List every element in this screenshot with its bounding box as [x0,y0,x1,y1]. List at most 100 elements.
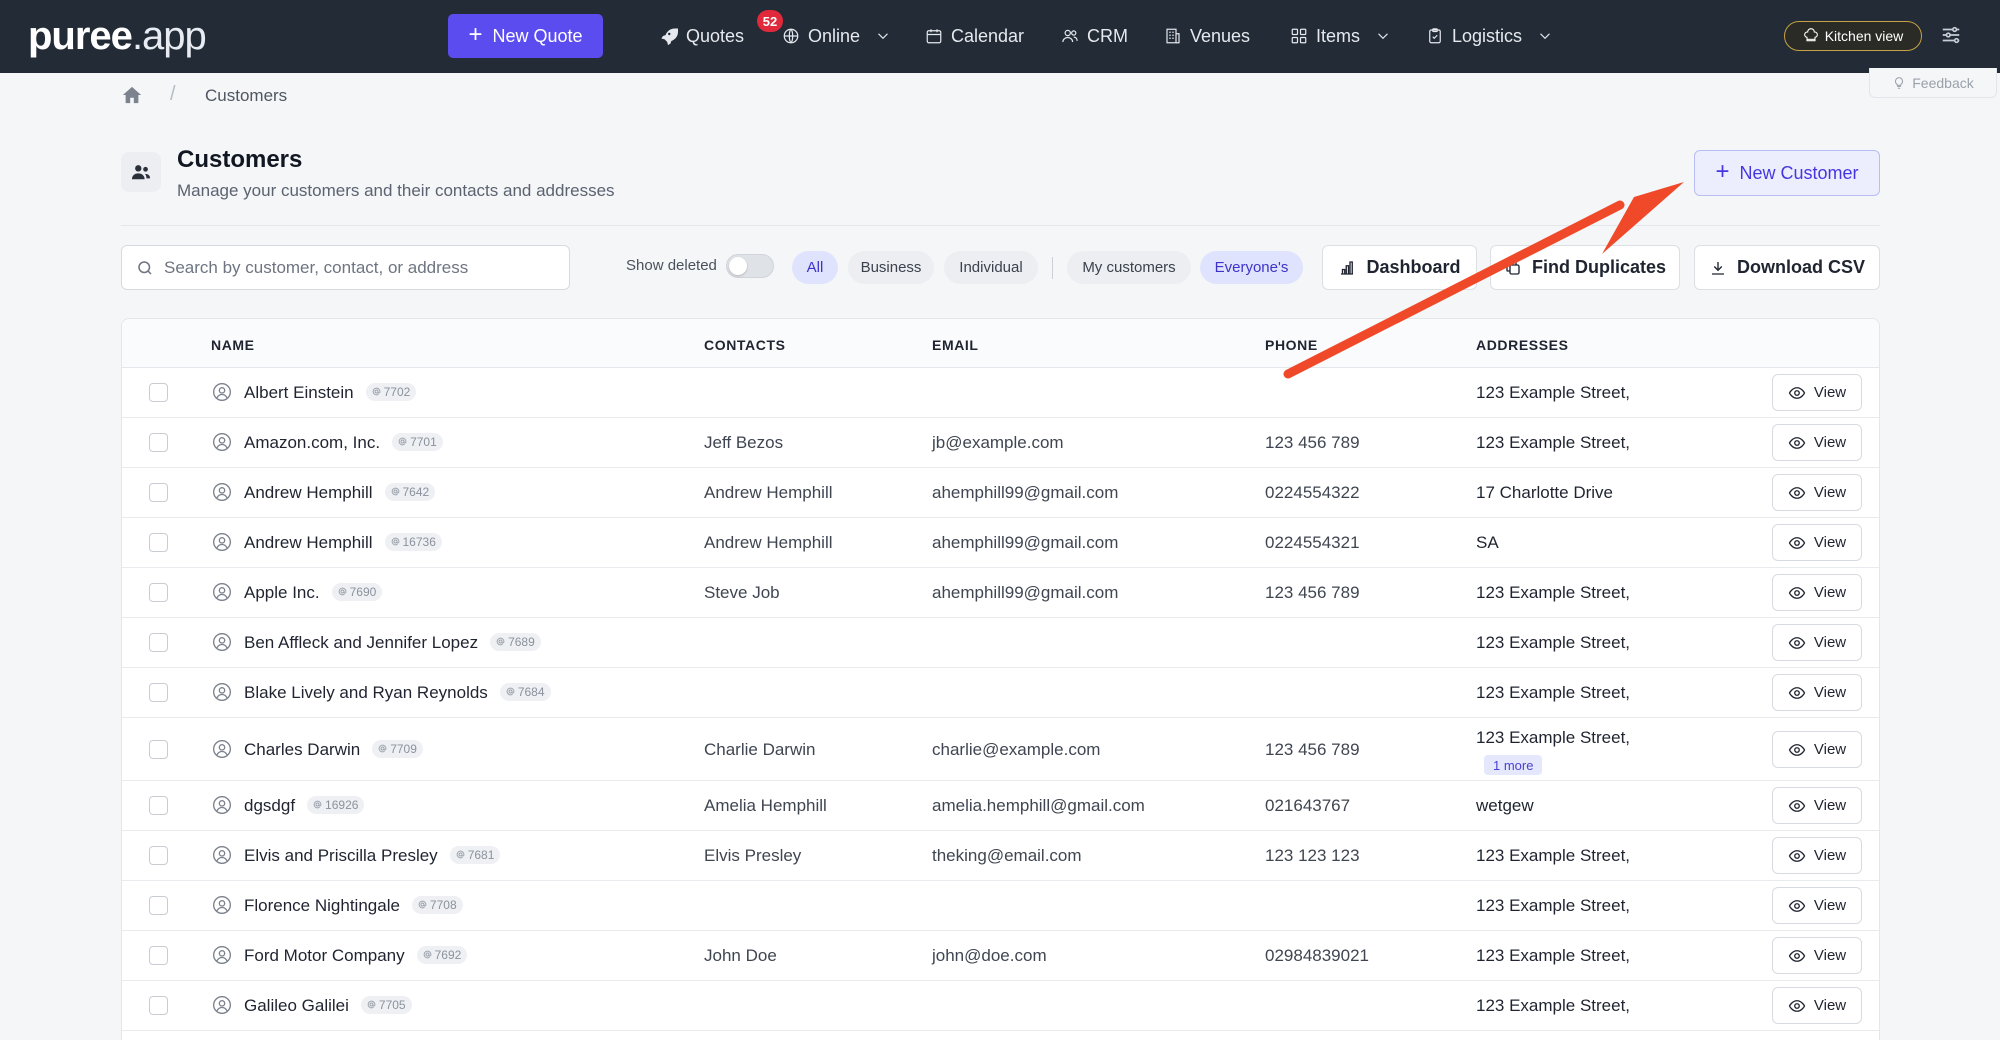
view-button[interactable]: View [1772,374,1862,411]
view-button[interactable]: View [1772,987,1862,1024]
nav-calendar[interactable]: Calendar [925,22,1024,50]
email-cell: ahemphill99@gmail.com [932,533,1119,552]
customers-header-icon [121,152,161,192]
new-quote-button[interactable]: + New Quote [448,14,603,58]
table-row[interactable]: Galileo Galilei 7705 123 Example Street, Vi… [122,981,1879,1031]
table-row[interactable]: Andrew Hemphill 7642 Andrew Hemphill ahemph… [122,468,1879,518]
customer-name: Florence Nightingale [244,896,400,915]
more-addresses-badge[interactable]: 1 more [1484,755,1543,775]
row-checkbox[interactable] [149,683,168,702]
customer-name-cell[interactable]: Blake Lively and Ryan Reynolds 7684 [244,682,551,703]
view-button[interactable]: View [1772,474,1862,511]
nav-crm[interactable]: CRM [1061,22,1128,50]
table-row[interactable]: Ben Affleck and Jennifer Lopez 7689 123 Ex… [122,618,1879,668]
nav-logistics[interactable]: Logistics [1426,22,1554,50]
row-checkbox[interactable] [149,796,168,815]
table-row[interactable]: Andrew Hemphill 16736 Andrew Hemphill ahemp… [122,518,1879,568]
filter-my-customers-chip[interactable]: My customers [1067,251,1191,284]
show-deleted-toggle[interactable] [726,254,774,278]
table-row[interactable]: Amazon.com, Inc. 7701 Jeff Bezos jb@example… [122,418,1879,468]
customer-name-cell[interactable]: dgsdgf 16926 [244,795,365,816]
customer-name-cell[interactable]: Andrew Hemphill 7642 [244,482,436,503]
table-row[interactable]: dgsdgf 16926 Amelia Hemphill amelia.hemphil… [122,781,1879,831]
at-icon [372,385,381,399]
table-row[interactable]: Florence Nightingale 7708 123 Example Stre… [122,881,1879,931]
settings-sliders-icon[interactable] [1940,24,1962,51]
row-checkbox[interactable] [149,996,168,1015]
view-button[interactable]: View [1772,731,1862,768]
lightbulb-icon [1895,76,1904,89]
kitchen-view-button[interactable]: Kitchen view [1784,21,1922,51]
download-icon [1711,261,1724,275]
users-icon [131,165,151,180]
user-circle-icon [212,895,232,920]
column-header-email[interactable]: EMAIL [932,337,979,353]
customer-name-cell[interactable]: Amazon.com, Inc. 7701 [244,432,443,453]
table-row[interactable]: Elvis and Priscilla Presley 7681 Elvis Pre… [122,831,1879,881]
row-checkbox[interactable] [149,896,168,915]
row-checkbox[interactable] [149,946,168,965]
column-header-phone[interactable]: PHONE [1265,337,1318,353]
address-cell: 123 Example Street, [1476,383,1631,402]
search-input[interactable] [164,257,544,278]
find-duplicates-button[interactable]: Find Duplicates [1490,245,1680,290]
customer-name-cell[interactable]: Charles Darwin 7709 [244,739,423,760]
table-row[interactable]: Apple Inc. 7690 Steve Job ahemphill99@gmail… [122,568,1879,618]
quotes-count-badge: 52 [757,10,783,32]
search-box[interactable] [121,245,570,290]
customer-name-cell[interactable]: Albert Einstein 7702 [244,382,417,403]
nav-venues[interactable]: Venues [1164,22,1250,50]
view-button[interactable]: View [1772,937,1862,974]
row-checkbox[interactable] [149,633,168,652]
view-button[interactable]: View [1772,787,1862,824]
address-cell: 17 Charlotte Drive [1476,483,1614,502]
filter-all-chip[interactable]: All [792,251,838,284]
dashboard-button[interactable]: Dashboard [1322,245,1477,290]
nav-items[interactable]: Items [1290,22,1392,50]
customer-name-cell[interactable]: Florence Nightingale 7708 [244,895,463,916]
customer-name-cell[interactable]: Ford Motor Company 7692 [244,945,468,966]
filter-everyones-chip[interactable]: Everyone's [1200,251,1303,284]
table-row[interactable]: Blake Lively and Ryan Reynolds 7684 123 Ex… [122,668,1879,718]
filter-business-chip[interactable]: Business [848,251,934,284]
customer-name-cell[interactable]: Ben Affleck and Jennifer Lopez 7689 [244,632,541,653]
filter-individual-chip[interactable]: Individual [944,251,1038,284]
contact-cell: Elvis Presley [704,846,802,865]
view-button[interactable]: View [1772,424,1862,461]
at-icon [506,685,515,699]
row-checkbox[interactable] [149,583,168,602]
customer-name-cell[interactable]: Galileo Galilei 7705 [244,995,412,1016]
logo[interactable]: puree.app [28,14,207,59]
row-checkbox[interactable] [149,533,168,552]
view-button[interactable]: View [1772,574,1862,611]
nav-online[interactable]: Online [782,22,892,50]
download-csv-button[interactable]: Download CSV [1694,245,1880,290]
row-checkbox[interactable] [149,846,168,865]
nav-quotes[interactable]: Quotes [658,22,744,50]
customer-name-cell[interactable]: Andrew Hemphill 16736 [244,532,442,553]
table-row[interactable]: Albert Einstein 7702 123 Example Street, Vi… [122,368,1879,418]
new-customer-button[interactable]: + New Customer [1694,150,1880,196]
row-checkbox[interactable] [149,383,168,402]
column-header-name[interactable]: NAME [211,337,255,353]
building-icon [1166,28,1180,44]
feedback-button[interactable]: Feedback [1869,68,1997,98]
view-button[interactable]: View [1772,624,1862,661]
customer-name-cell[interactable]: Elvis and Priscilla Presley 7681 [244,845,501,866]
row-checkbox[interactable] [149,433,168,452]
view-button[interactable]: View [1772,837,1862,874]
top-navbar: puree.app + New Quote Quotes 52 Online C… [0,0,2000,73]
header-divider [121,225,1880,226]
row-checkbox[interactable] [149,740,168,759]
column-header-addresses[interactable]: ADDRESSES [1476,337,1569,353]
table-row[interactable]: Charles Darwin 7709 Charlie Darwin charlie@… [122,718,1879,781]
view-button[interactable]: View [1772,674,1862,711]
column-header-contacts[interactable]: CONTACTS [704,337,786,353]
table-row[interactable]: Ford Motor Company 7692 John Doe john@doe.c… [122,931,1879,981]
customer-name-cell[interactable]: Apple Inc. 7690 [244,582,383,603]
view-button[interactable]: View [1772,524,1862,561]
home-icon[interactable] [121,85,143,110]
row-checkbox[interactable] [149,483,168,502]
email-cell: jb@example.com [932,433,1064,452]
view-button[interactable]: View [1772,887,1862,924]
